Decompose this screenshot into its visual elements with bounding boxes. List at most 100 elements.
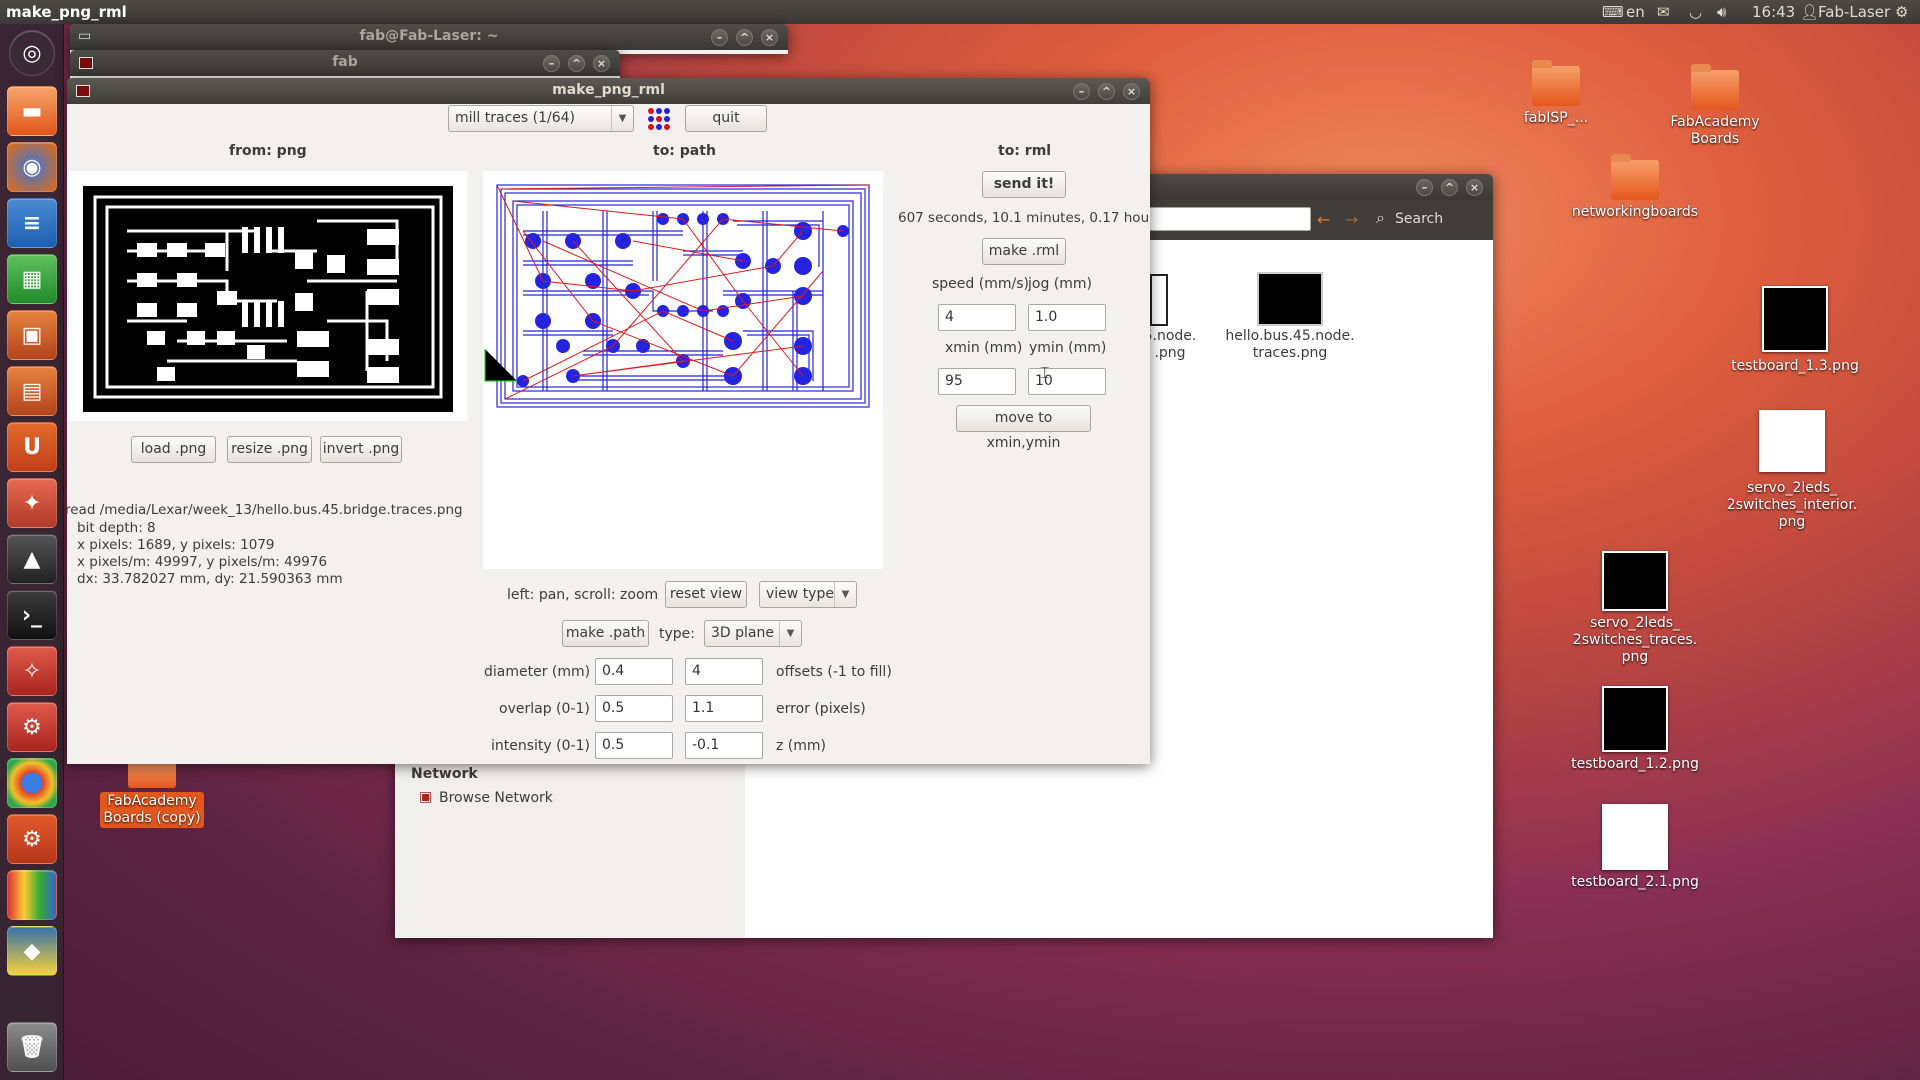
- image-thumbnail: [1602, 686, 1668, 752]
- mail-icon[interactable]: ✉: [1657, 3, 1670, 21]
- speed-field[interactable]: 4: [938, 304, 1016, 331]
- offsets-field[interactable]: 4: [685, 658, 763, 685]
- keyboard-layout[interactable]: en: [1626, 3, 1645, 21]
- z-field[interactable]: -0.1: [685, 732, 763, 759]
- desktop-file-testboard-1-2[interactable]: testboard_1.2.png: [1560, 686, 1710, 773]
- quit-button[interactable]: quit: [685, 105, 767, 132]
- minimize-icon[interactable]: –: [1073, 83, 1090, 100]
- path-type-select[interactable]: 3D plane ▼: [704, 620, 802, 647]
- error-label: error (pixels): [776, 701, 866, 717]
- settings-icon[interactable]: ⚙: [7, 814, 57, 864]
- python-icon[interactable]: ◆: [7, 926, 57, 976]
- image-thumbnail[interactable]: [1257, 272, 1323, 326]
- send-it-button[interactable]: send it!: [982, 171, 1066, 198]
- window-title: make_png_rml: [552, 82, 665, 98]
- image-thumbnail: [1759, 410, 1825, 472]
- fab-window: fab – ^ ×: [70, 50, 620, 80]
- crayons-icon[interactable]: [7, 870, 57, 920]
- folder-icon: [1691, 64, 1739, 110]
- png-info-pixels-per-m: x pixels/m: 49997, y pixels/m: 49976: [77, 554, 328, 570]
- eagle-icon[interactable]: ✧: [7, 646, 57, 696]
- desktop-file-servo-traces[interactable]: servo_2leds_ 2switches_traces. png: [1560, 551, 1710, 666]
- maximize-icon[interactable]: ^: [568, 55, 585, 72]
- intensity-field[interactable]: 0.5: [595, 732, 673, 759]
- minimize-icon[interactable]: –: [543, 55, 560, 72]
- file-label-hello-bus-node-traces[interactable]: hello.bus.45.node. traces.png: [1225, 328, 1355, 362]
- keyboard-icon[interactable]: ⌨: [1602, 3, 1624, 21]
- gear-red-icon[interactable]: ⚙: [7, 702, 57, 752]
- volume-icon[interactable]: 🔊︎: [1717, 3, 1726, 21]
- desktop-folder-fabacademy-boards-copy[interactable]: FabAcademy Boards (copy): [100, 754, 204, 828]
- folder-icon: [1532, 60, 1580, 106]
- clock[interactable]: 16:43: [1752, 3, 1795, 21]
- desktop-file-testboard-1-3[interactable]: testboard_1.3.png: [1720, 286, 1870, 375]
- files-icon[interactable]: ▬: [7, 86, 57, 136]
- location-field[interactable]: [1135, 207, 1311, 231]
- close-icon[interactable]: ×: [1123, 83, 1140, 100]
- chrome-icon[interactable]: [7, 758, 57, 808]
- desktop-folder-fabisp[interactable]: fabISP_...: [1506, 60, 1606, 127]
- view-type-select[interactable]: view type ▼: [759, 581, 857, 608]
- fab-titlebar: fab – ^ ×: [70, 50, 620, 76]
- desktop-file-testboard-2-1[interactable]: testboard_2.1.png: [1560, 804, 1710, 891]
- writer-icon[interactable]: ≡: [7, 198, 57, 248]
- inkscape-icon[interactable]: ▲: [7, 534, 57, 584]
- close-icon[interactable]: ×: [1466, 179, 1483, 196]
- diameter-label: diameter (mm): [484, 664, 591, 680]
- back-arrow-icon[interactable]: ←: [1317, 210, 1330, 229]
- fab-logo-icon: [647, 107, 671, 131]
- minimize-icon[interactable]: –: [711, 29, 728, 46]
- search-icon[interactable]: ⌕: [1376, 208, 1385, 228]
- close-icon[interactable]: ×: [593, 55, 610, 72]
- app-icon: [76, 85, 90, 97]
- reset-view-button[interactable]: reset view: [665, 581, 747, 608]
- forward-arrow-icon[interactable]: →: [1345, 210, 1358, 229]
- folder-icon: [128, 754, 176, 788]
- overlap-field[interactable]: 0.5: [595, 695, 673, 722]
- system-tools-icon[interactable]: ✦: [7, 478, 57, 528]
- chevron-down-icon: ▼: [611, 106, 633, 131]
- user-icon[interactable]: 👤︎: [1800, 3, 1819, 21]
- active-app-title: make_png_rml: [6, 3, 127, 21]
- sidebar-item-browse-network[interactable]: Browse Network: [439, 790, 553, 806]
- process-select[interactable]: mill traces (1/64) ▼: [448, 105, 634, 132]
- minimize-icon[interactable]: –: [1416, 179, 1433, 196]
- firefox-icon[interactable]: ◉: [7, 142, 57, 192]
- maximize-icon[interactable]: ^: [1098, 83, 1115, 100]
- load-png-button[interactable]: load .png: [131, 436, 216, 463]
- network-icon[interactable]: ◡: [1689, 3, 1702, 21]
- top-panel: make_png_rml ⌨ en ✉ ◡ 🔊︎ 16:43 👤︎ Fab-La…: [0, 0, 1920, 24]
- desktop-folder-networkingboards[interactable]: networkingboards: [1560, 154, 1710, 221]
- software-center-icon[interactable]: ▤: [7, 366, 57, 416]
- move-to-xmin-ymin-button[interactable]: move to xmin,ymin: [956, 405, 1091, 451]
- user-name[interactable]: Fab-Laser: [1818, 3, 1890, 21]
- png-info-path: read /media/Lexar/week_13/hello.bus.45.b…: [67, 502, 463, 518]
- make-rml-button[interactable]: make .rml: [982, 238, 1066, 265]
- terminal-icon[interactable]: ›_: [7, 590, 57, 640]
- impress-icon[interactable]: ▣: [7, 310, 57, 360]
- calc-icon[interactable]: ▦: [7, 254, 57, 304]
- gear-icon[interactable]: ⚙: [1895, 3, 1908, 21]
- trash-icon[interactable]: 🗑︎: [7, 1022, 57, 1072]
- ubuntu-one-icon[interactable]: U: [7, 422, 57, 472]
- maximize-icon[interactable]: ^: [1441, 179, 1458, 196]
- image-thumbnail[interactable]: [1150, 274, 1168, 326]
- png-preview-panel: [67, 171, 467, 421]
- desktop-folder-fabacademy-boards[interactable]: FabAcademy Boards: [1660, 64, 1770, 148]
- invert-png-button[interactable]: invert .png: [320, 436, 402, 463]
- search-label[interactable]: Search: [1395, 211, 1443, 227]
- close-icon[interactable]: ×: [761, 29, 778, 46]
- make-path-button[interactable]: make .path: [562, 620, 649, 647]
- speed-label: speed (mm/s): [932, 276, 1029, 292]
- terminal-title: fab@Fab-Laser: ~: [359, 28, 499, 44]
- maximize-icon[interactable]: ^: [736, 29, 753, 46]
- dash-icon[interactable]: ◎: [9, 30, 55, 76]
- diameter-field[interactable]: 0.4: [595, 658, 673, 685]
- jog-field[interactable]: 1.0: [1028, 304, 1106, 331]
- error-field[interactable]: 1.1: [685, 695, 763, 722]
- path-view-canvas[interactable]: [483, 171, 883, 569]
- xmin-field[interactable]: 95: [938, 368, 1016, 395]
- resize-png-button[interactable]: resize .png: [227, 436, 312, 463]
- desktop-file-servo-interior[interactable]: servo_2leds_ 2switches_interior. png: [1712, 410, 1872, 531]
- toolpath-preview: [484, 184, 870, 408]
